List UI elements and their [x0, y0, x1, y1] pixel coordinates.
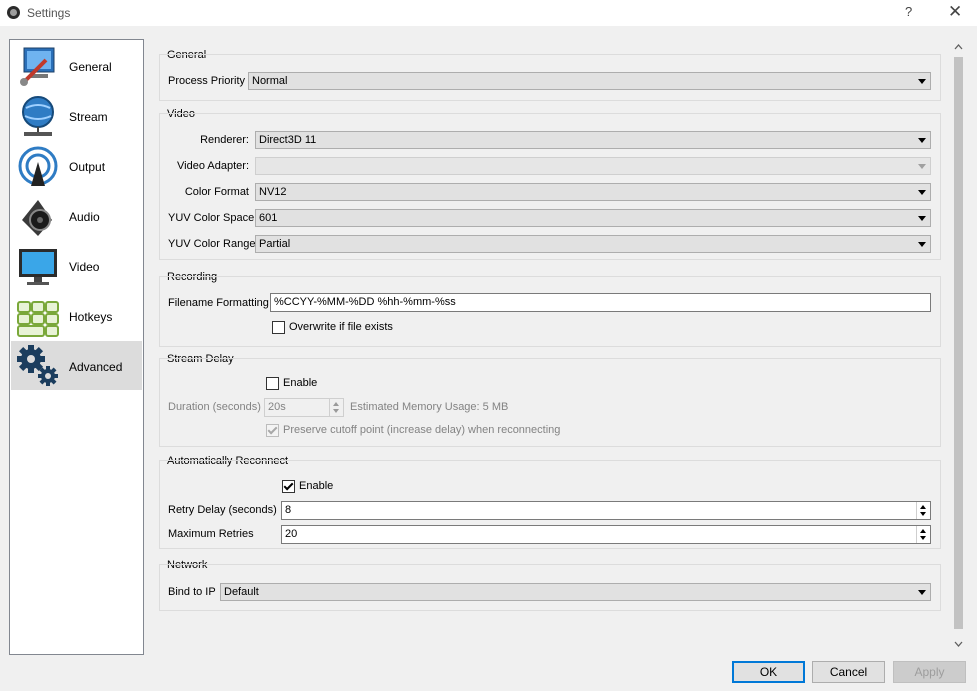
duration-spinbox[interactable]: 20s — [264, 398, 344, 417]
title-bar: Settings ? ✕ — [0, 0, 977, 26]
content-scrollbar[interactable] — [950, 39, 967, 653]
renderer-select[interactable]: Direct3D 11 — [255, 131, 931, 149]
color-format-select[interactable]: NV12 — [255, 183, 931, 201]
reconnect-enable-checkbox[interactable] — [282, 480, 295, 493]
sidebar-item-label: Advanced — [69, 360, 123, 374]
sidebar-item-general[interactable]: General — [11, 41, 142, 90]
scroll-up-icon[interactable] — [954, 43, 963, 52]
preserve-cutoff-label[interactable]: Preserve cutoff point (increase delay) w… — [283, 424, 560, 436]
color-format-label: Color Format — [184, 186, 249, 198]
spin-up-icon — [333, 402, 339, 406]
yuv-color-range-label: YUV Color Range — [168, 238, 256, 250]
video-adapter-select[interactable] — [255, 157, 931, 175]
bind-to-ip-select[interactable]: Default — [220, 583, 931, 601]
chevron-down-icon — [918, 79, 926, 84]
general-icon — [16, 44, 60, 88]
renderer-label: Renderer: — [200, 134, 249, 146]
process-priority-label: Process Priority — [168, 75, 246, 87]
chevron-down-icon — [918, 138, 926, 143]
chevron-down-icon — [918, 164, 926, 169]
output-icon — [16, 144, 60, 188]
chevron-down-icon — [918, 590, 926, 595]
sidebar-item-hotkeys[interactable]: Hotkeys — [11, 291, 142, 340]
maximum-retries-label: Maximum Retries — [168, 528, 254, 540]
obs-app-icon — [7, 6, 20, 19]
close-button[interactable]: ✕ — [948, 2, 962, 22]
cancel-button[interactable]: Cancel — [812, 661, 885, 683]
filename-formatting-label: Filename Formatting — [168, 297, 269, 309]
overwrite-label[interactable]: Overwrite if file exists — [289, 321, 393, 333]
sidebar-item-label: Hotkeys — [69, 310, 113, 324]
ok-button[interactable]: OK — [732, 661, 805, 683]
retry-delay-spinbox[interactable]: 8 — [281, 501, 931, 520]
video-adapter-label: Video Adapter: — [177, 160, 249, 172]
reconnect-enable-label[interactable]: Enable — [299, 480, 333, 492]
window-title: Settings — [27, 6, 71, 20]
hotkeys-icon — [16, 294, 60, 338]
advanced-icon — [16, 344, 60, 388]
scrollbar-thumb[interactable] — [954, 57, 963, 629]
apply-button[interactable]: Apply — [893, 661, 966, 683]
help-button[interactable]: ? — [905, 4, 912, 19]
video-icon — [16, 244, 60, 288]
chevron-down-icon — [918, 190, 926, 195]
sidebar-item-stream[interactable]: Stream — [11, 91, 142, 140]
sidebar-item-label: Video — [69, 260, 100, 274]
retry-delay-label: Retry Delay (seconds) — [168, 504, 277, 516]
filename-formatting-input[interactable]: %CCYY-%MM-%DD %hh-%mm-%ss — [270, 293, 931, 312]
sidebar-item-label: Output — [69, 160, 106, 174]
overwrite-checkbox[interactable] — [272, 321, 285, 334]
sidebar-item-label: Audio — [69, 210, 100, 224]
bind-to-ip-label: Bind to IP — [168, 586, 216, 598]
sidebar-item-label: General — [69, 60, 112, 74]
process-priority-select[interactable]: Normal — [248, 72, 931, 90]
stream-delay-enable-label[interactable]: Enable — [283, 377, 317, 389]
sidebar-item-audio[interactable]: Audio — [11, 191, 142, 240]
advanced-settings-panel: General Process Priority Normal Video Re… — [154, 39, 950, 653]
sidebar-item-video[interactable]: Video — [11, 241, 142, 290]
spin-buttons[interactable] — [916, 502, 930, 519]
spin-down-icon — [920, 536, 926, 540]
audio-icon — [16, 194, 60, 238]
spin-up-icon — [920, 505, 926, 509]
duration-label: Duration (seconds) — [168, 401, 261, 413]
yuv-color-space-label: YUV Color Space — [168, 212, 255, 224]
chevron-down-icon — [918, 242, 926, 247]
spin-up-icon — [920, 529, 926, 533]
settings-sidebar: General Stream Output Audio Video Hotkey… — [9, 39, 144, 655]
sidebar-item-label: Stream — [69, 110, 108, 124]
spin-buttons[interactable] — [329, 399, 343, 416]
stream-icon — [16, 94, 60, 138]
yuv-color-space-select[interactable]: 601 — [255, 209, 931, 227]
sidebar-item-output[interactable]: Output — [11, 141, 142, 190]
spin-down-icon — [920, 512, 926, 516]
preserve-cutoff-checkbox[interactable] — [266, 424, 279, 437]
sidebar-item-advanced[interactable]: Advanced — [11, 341, 142, 390]
spin-down-icon — [333, 409, 339, 413]
scroll-down-icon[interactable] — [954, 639, 963, 648]
spin-buttons[interactable] — [916, 526, 930, 543]
estimated-memory-label: Estimated Memory Usage: 5 MB — [350, 401, 509, 413]
yuv-color-range-select[interactable]: Partial — [255, 235, 931, 253]
maximum-retries-spinbox[interactable]: 20 — [281, 525, 931, 544]
stream-delay-enable-checkbox[interactable] — [266, 377, 279, 390]
chevron-down-icon — [918, 216, 926, 221]
